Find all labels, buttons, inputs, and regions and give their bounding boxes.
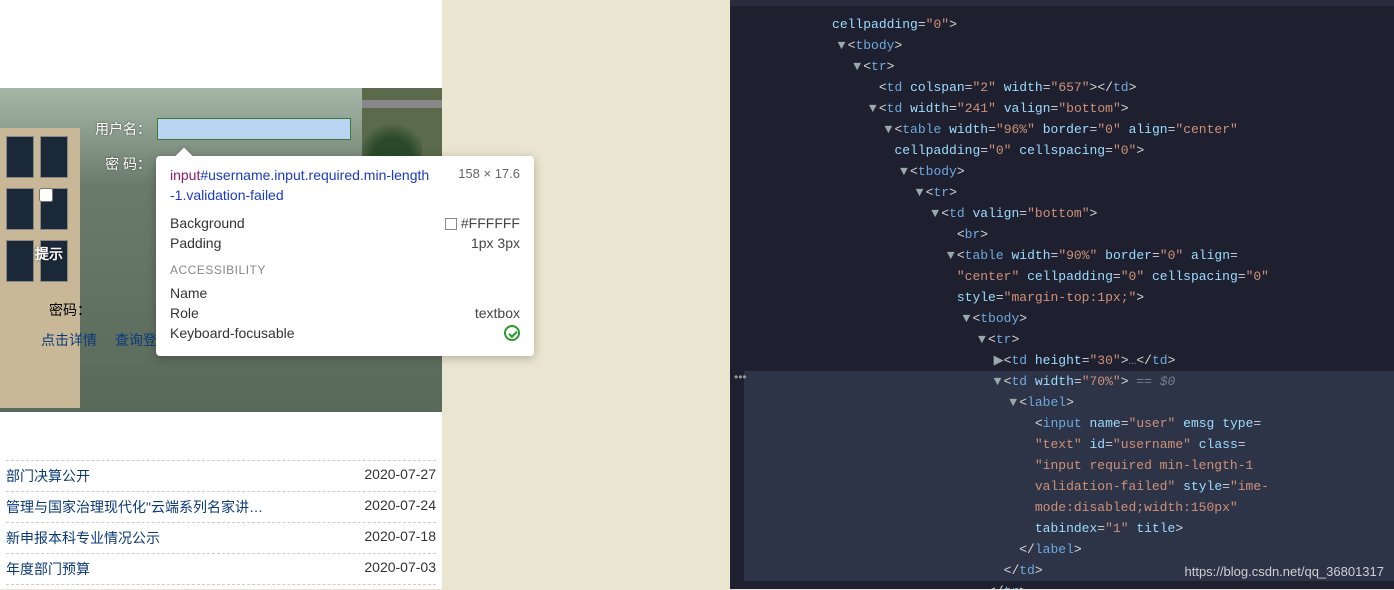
check-icon xyxy=(504,325,520,341)
dom-node[interactable]: cellpadding="0"> xyxy=(744,14,1394,35)
password-label: 密 码： xyxy=(95,154,151,174)
dom-node[interactable]: <input name="user" emsg type= xyxy=(744,413,1394,434)
dom-node[interactable]: ▼<td width="241" valign="bottom"> xyxy=(744,98,1394,119)
password2-label: 密码： xyxy=(35,300,91,320)
dom-node[interactable]: ▼<tr> xyxy=(744,182,1394,203)
news-title[interactable]: 新申报本科专业情况公示 xyxy=(6,528,160,548)
dom-node[interactable]: "text" id="username" class= xyxy=(744,434,1394,455)
gutter-icon: ••• xyxy=(734,370,747,384)
news-title[interactable]: 年度部门预算 xyxy=(6,559,90,579)
news-date: 2020-07-03 xyxy=(364,559,436,579)
dom-tree[interactable]: cellpadding="0"> ▼<tbody> ▼<tr> <td cols… xyxy=(730,6,1394,589)
username-label: 用户名： xyxy=(95,119,151,139)
dom-node[interactable]: ▼<td valign="bottom"> xyxy=(744,203,1394,224)
dom-node[interactable]: cellpadding="0" cellspacing="0"> xyxy=(744,140,1394,161)
dom-node[interactable]: validation-failed" style="ime- xyxy=(744,476,1394,497)
tooltip-bg-value: #FFFFFF xyxy=(461,215,520,231)
dom-node[interactable]: "center" cellpadding="0" cellspacing="0" xyxy=(744,266,1394,287)
dom-node[interactable]: ▼<label> xyxy=(744,392,1394,413)
news-row: 新申报本科专业情况公示 2020-07-18 xyxy=(6,523,436,554)
dom-node[interactable]: <td colspan="2" width="657"></td> xyxy=(744,77,1394,98)
tooltip-selector: input#username.input.required.min-length… xyxy=(170,166,430,205)
dom-node[interactable]: </label> xyxy=(744,539,1394,560)
tooltip-name-label: Name xyxy=(170,285,207,301)
tooltip-role-value: textbox xyxy=(475,305,520,321)
watermark-text: https://blog.csdn.net/qq_36801317 xyxy=(1185,564,1385,579)
dom-node[interactable]: ▼<tbody> xyxy=(744,308,1394,329)
hint-label: 提示 xyxy=(35,244,63,264)
detail-link[interactable]: 点击详情 xyxy=(41,332,97,348)
news-row: 年度部门预算 2020-07-03 xyxy=(6,554,436,585)
dom-node[interactable]: mode:disabled;width:150px" xyxy=(744,497,1394,518)
devtools-inspect-tooltip: input#username.input.required.min-length… xyxy=(156,156,534,356)
dom-node[interactable]: ▼<tbody> xyxy=(744,161,1394,182)
tooltip-role-label: Role xyxy=(170,305,199,321)
remember-checkbox[interactable] xyxy=(39,188,53,202)
news-title[interactable]: 管理与国家治理现代化"云端系列名家讲… xyxy=(6,497,263,517)
news-date: 2020-07-18 xyxy=(364,528,436,548)
tooltip-bg-label: Background xyxy=(170,215,245,231)
news-date: 2020-07-27 xyxy=(364,466,436,486)
dom-node[interactable]: ▼<table width="90%" border="0" align= xyxy=(744,245,1394,266)
dom-node[interactable]: ▼<tr> xyxy=(744,329,1394,350)
dom-node[interactable]: ▼<tr> xyxy=(744,56,1394,77)
news-date: 2020-07-24 xyxy=(364,497,436,517)
tooltip-acc-section: ACCESSIBILITY xyxy=(170,263,520,277)
dom-node[interactable]: <br> xyxy=(744,224,1394,245)
news-title[interactable]: 部门决算公开 xyxy=(6,466,90,486)
news-row: 部门决算公开 2020-07-27 xyxy=(6,460,436,492)
username-input[interactable] xyxy=(157,118,351,140)
news-list: 部门决算公开 2020-07-27 管理与国家治理现代化"云端系列名家讲… 2020-… xyxy=(0,460,442,590)
dom-node[interactable]: ▼<table width="96%" border="0" align="ce… xyxy=(744,119,1394,140)
news-row: 管理与国家治理现代化"云端系列名家讲… 2020-07-24 xyxy=(6,492,436,523)
tooltip-padding-label: Padding xyxy=(170,235,221,251)
dom-node[interactable]: ▼<tbody> xyxy=(744,35,1394,56)
devtools-elements-panel[interactable]: cellpadding="0"> ▼<tbody> ▼<tr> <td cols… xyxy=(730,0,1394,589)
tooltip-focusable-label: Keyboard-focusable xyxy=(170,325,295,344)
dom-node[interactable]: style="margin-top:1px;"> xyxy=(744,287,1394,308)
dom-node[interactable]: </tr> xyxy=(744,581,1394,589)
dom-node[interactable]: ▶<td height="30">…</td> xyxy=(744,350,1394,371)
tooltip-dimensions: 158 × 17.6 xyxy=(458,166,520,181)
dom-node[interactable]: "input required min-length-1 xyxy=(744,455,1394,476)
color-swatch-icon xyxy=(445,218,457,230)
dom-node[interactable]: ▼<td width="70%"> == $0 xyxy=(744,371,1394,392)
dom-node[interactable]: tabindex="1" title> xyxy=(744,518,1394,539)
tooltip-padding-value: 1px 3px xyxy=(471,235,520,251)
